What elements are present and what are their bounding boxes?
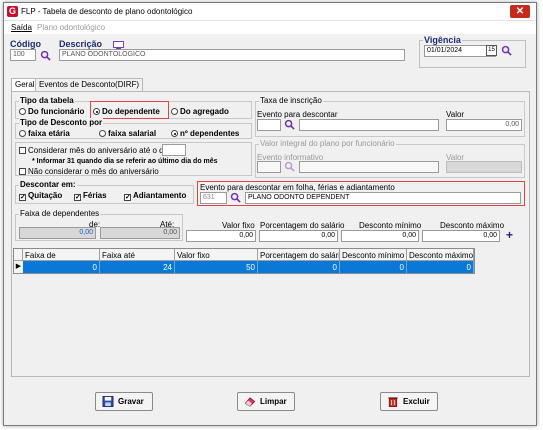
desconto-minimo-label: Desconto mínimo [359,221,422,230]
eraser-icon [244,397,256,407]
tipo-desconto-label: Tipo de Desconto por [19,118,104,127]
delete-button[interactable]: Excluir [380,392,438,411]
add-faixa-button[interactable]: + [504,229,515,241]
grid-header-desconto-maximo[interactable]: Desconto máximo [407,249,474,261]
taxa-inscricao-label: Taxa de inscrição [259,96,323,105]
title-bar: G FLP - Tabela de desconto de plano odon… [4,3,536,21]
grid-cell-valor-fixo[interactable]: 50 [175,261,258,273]
valor-fixo-input[interactable]: 0,00 [186,230,256,242]
taxa-search-icon[interactable] [284,119,295,130]
grid-header-faixa-de[interactable]: Faixa de [23,249,100,261]
aniversario-day-input[interactable] [162,144,186,156]
taxa-value-label: Valor [446,110,465,119]
desconto-minimo-input[interactable]: 0,00 [341,230,419,242]
grid-header-desconto-minimo[interactable]: Desconto mínimo [340,249,407,261]
grid-cell-faixa-de[interactable]: 0 [23,261,100,273]
radio-do-funcionario[interactable]: Do funcionário [19,107,84,116]
faixa-grid: Faixa de Faixa até Valor fixo Porcentage… [13,248,475,274]
evento-folha-search-icon[interactable] [230,192,241,203]
aniversario-note: * Informar 31 quando dia se referir ao ú… [32,158,218,165]
radio-faixa-salarial[interactable]: faixa salarial [99,129,156,138]
validity-label: Vigência [423,35,462,45]
radio-do-dependente[interactable]: Do dependente [93,107,160,116]
save-button[interactable]: Gravar [95,392,153,411]
code-input[interactable]: 100 [10,49,36,61]
checkbox-nao-considerar-aniversario[interactable]: Não considerar o mês do aniversário [19,167,159,176]
valor-integral-desc-input [299,161,439,173]
trash-icon [388,397,398,407]
tipo-tabela-label: Tipo da tabela [19,96,75,105]
radio-n-dependentes[interactable]: nº dependentes [171,129,239,138]
porcentagem-input[interactable]: 0,00 [259,230,338,242]
calendar-icon[interactable]: 15 [486,45,497,56]
clear-button[interactable]: Limpar [237,392,295,411]
menu-plan[interactable]: Plano odontológico [37,23,105,32]
save-button-label: Gravar [118,397,144,406]
grid-header-indicator [14,249,23,261]
desconto-maximo-input[interactable]: 0,00 [422,230,500,242]
menu-exit[interactable]: Saída [11,23,32,32]
taxa-event-desc-input[interactable] [299,119,439,131]
code-search-icon[interactable] [40,50,51,61]
valor-integral-search-icon [284,161,295,172]
faixa-dependentes-label: Faixa de dependentes [19,209,101,218]
radio-do-agregado[interactable]: Do agregado [171,107,229,116]
delete-button-label: Excluir [403,397,430,406]
evento-folha-code-input[interactable]: 631 [200,192,227,204]
taxa-event-code-input[interactable] [257,119,281,131]
grid-cell-porcentagem[interactable]: 0 [258,261,340,273]
checkbox-quitacao[interactable]: ✓ Quitação [19,191,62,201]
main-window: G FLP - Tabela de desconto de plano odon… [3,2,537,426]
checkbox-considerar-aniversario[interactable]: Considerar mês do aniversário até o dia [19,146,170,155]
evento-folha-desc-input[interactable]: PLANO ODONTO DEPENDENT [245,192,521,204]
checkbox-adiantamento[interactable]: ✓ Adiantamento [124,191,186,201]
row-pointer-icon: ▶ [14,261,23,273]
valor-integral-label: Valor integral do plano por funcionário [259,139,396,148]
faixa-de-input[interactable]: 0,00 [19,227,96,239]
porcentagem-label: Porcentagem do salário [260,221,345,230]
tab-eventos-dirf[interactable]: Eventos de Desconto(DIRF) [35,78,144,91]
evento-folha-label: Evento para descontar em folha, férias e… [200,183,395,192]
menu-bar: Saída Plano odontológico [4,21,536,50]
radio-faixa-etaria[interactable]: faixa etária [19,129,70,138]
description-input[interactable]: PLANO ODONTOLOGICO [59,49,405,61]
grid-cell-desconto-maximo[interactable]: 0 [407,261,474,273]
grid-header-faixa-ate[interactable]: Faixa até [100,249,175,261]
validity-search-icon[interactable] [501,45,512,56]
app-logo-icon: G [7,6,18,17]
grid-cell-desconto-minimo[interactable]: 0 [340,261,407,273]
descontar-em-label: Descontar em: [19,180,77,189]
window-title: FLP - Tabela de desconto de plano odonto… [21,7,193,16]
faixa-ate-input[interactable]: 0,00 [100,227,180,239]
valor-fixo-label: Valor fixo [222,221,255,230]
close-button[interactable]: ✕ [510,5,530,18]
grid-cell-faixa-ate[interactable]: 24 [100,261,175,273]
checkbox-ferias[interactable]: ✓ Férias [74,191,107,201]
desconto-maximo-label: Desconto máximo [440,221,505,230]
taxa-value-input[interactable]: 0,00 [446,119,522,131]
grid-header-porcentagem[interactable]: Porcentagem do salário [258,249,340,261]
valor-integral-value-input [446,161,522,173]
floppy-disk-icon [102,396,114,407]
clear-button-label: Limpar [260,397,287,406]
geral-panel: Tipo da tabela Do funcionário Do depende… [11,91,530,377]
grid-header-valor-fixo[interactable]: Valor fixo [175,249,258,261]
valor-integral-code-input [257,161,281,173]
code-label: Código [10,39,41,49]
description-label: Descrição [59,39,103,49]
taxa-event-label: Evento para descontar [257,110,338,119]
